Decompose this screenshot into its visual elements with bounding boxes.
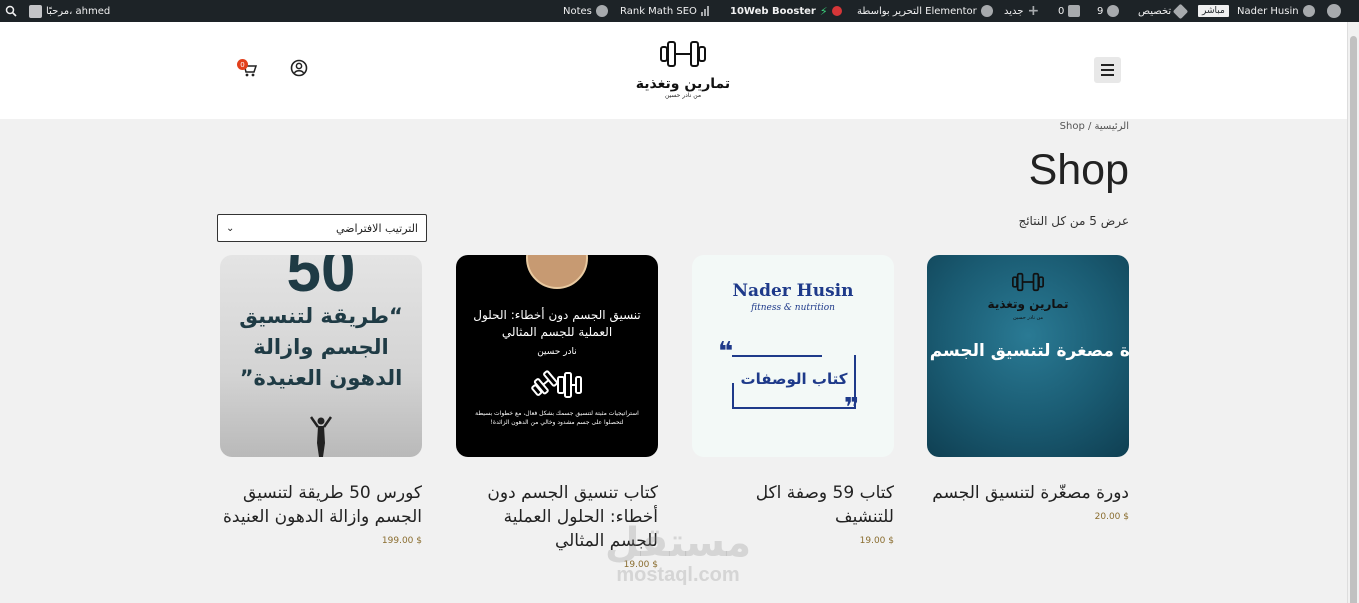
- quote-open-icon: ❝: [718, 337, 734, 367]
- avatar: [29, 4, 42, 18]
- product-title[interactable]: دورة مصغّرة لتنسيق الجسم: [927, 481, 1129, 505]
- menu-toggle-button[interactable]: [1094, 57, 1121, 83]
- admin-bar: Nader Husin مباشر تخصيص 9 0 جديد + التحر…: [0, 0, 1359, 22]
- dumbbell-icon: [531, 370, 582, 398]
- live-badge[interactable]: مباشر: [1198, 0, 1229, 22]
- result-count: عرض 5 من كل النتائج: [1018, 214, 1129, 228]
- elementor-icon: [980, 5, 993, 17]
- comments-link[interactable]: 0: [1058, 0, 1081, 22]
- site-name-link[interactable]: Nader Husin: [1237, 0, 1315, 22]
- product-price: 20.00 $: [1094, 512, 1129, 522]
- rank-math-icon: [700, 6, 709, 16]
- search-icon[interactable]: [5, 0, 17, 22]
- customize-link[interactable]: تخصيص: [1138, 0, 1189, 22]
- account-icon[interactable]: [290, 59, 308, 77]
- person-figure: [310, 416, 332, 457]
- comment-icon: [1068, 5, 1081, 17]
- product-price: 199.00 $: [381, 536, 422, 546]
- updates-link[interactable]: 9: [1097, 0, 1120, 22]
- site-name: Nader Husin: [1237, 5, 1299, 17]
- product-title[interactable]: كورس 50 طريقة لتنسيق الجسم وازالة الدهون…: [220, 481, 422, 529]
- plus-icon: +: [1027, 3, 1040, 19]
- ordering-selected-value: الترتيب الافتراضي: [335, 221, 418, 235]
- lightning-icon: ⚡: [819, 4, 828, 18]
- product-card[interactable]: Nader Husin fitness & nutrition ❝ كتاب ا…: [692, 255, 894, 546]
- site-header: تمارين وتغذية من نادر حسين 0: [0, 22, 1347, 119]
- notes-icon: [595, 5, 608, 17]
- scrollbar[interactable]: [1347, 22, 1359, 603]
- alert-dot-icon: [831, 6, 842, 16]
- dashboard-icon: [1302, 5, 1315, 17]
- author-photo: [526, 255, 588, 289]
- scrollbar-thumb[interactable]: [1350, 36, 1357, 603]
- page-title: Shop: [1028, 146, 1129, 194]
- logo-subtitle: من نادر حسين: [664, 92, 702, 99]
- brush-icon: [1172, 3, 1189, 19]
- breadcrumb[interactable]: الرئيسية / Shop: [1000, 121, 1129, 132]
- product-image[interactable]: تنسيق الجسم دون أخطاء: الحلول العملية لل…: [456, 255, 658, 457]
- booster-link[interactable]: 10Web Booster ⚡: [730, 0, 842, 22]
- my-account-link[interactable]: مرحبًا، ahmed: [29, 0, 110, 22]
- watermark: مستقل mostaql.com: [604, 520, 752, 586]
- site-logo[interactable]: تمارين وتغذية من نادر حسين: [628, 38, 738, 104]
- ordering-select[interactable]: ⌄ الترتيب الافتراضي: [217, 214, 427, 242]
- quote-close-icon: ❞: [844, 393, 860, 423]
- updates-icon: [1107, 5, 1120, 17]
- product-image[interactable]: Nader Husin fitness & nutrition ❝ كتاب ا…: [692, 255, 894, 457]
- dumbbell-icon: [1012, 272, 1044, 292]
- rank-math-link[interactable]: Rank Math SEO: [620, 0, 709, 22]
- product-card[interactable]: تمارين وتغذية من نادر حسين دورة مصغرة لت…: [927, 255, 1129, 522]
- wordpress-icon[interactable]: [1327, 0, 1341, 22]
- chevron-down-icon: ⌄: [226, 222, 235, 234]
- dumbbell-icon: [660, 41, 706, 67]
- logo-title: تمارين وتغذية: [635, 76, 731, 92]
- product-image[interactable]: تمارين وتغذية من نادر حسين دورة مصغرة لت…: [927, 255, 1129, 457]
- edit-with-elementor-link[interactable]: التحرير بواسطة Elementor: [857, 0, 993, 22]
- notes-link[interactable]: Notes: [563, 0, 608, 22]
- product-card[interactable]: 50 “طريقة لتنسيق الجسم وازالة الدهون الع…: [220, 255, 422, 546]
- cart-count-badge: 0: [237, 59, 248, 70]
- product-image[interactable]: 50 “طريقة لتنسيق الجسم وازالة الدهون الع…: [220, 255, 422, 457]
- new-content-link[interactable]: جديد +: [1004, 0, 1039, 22]
